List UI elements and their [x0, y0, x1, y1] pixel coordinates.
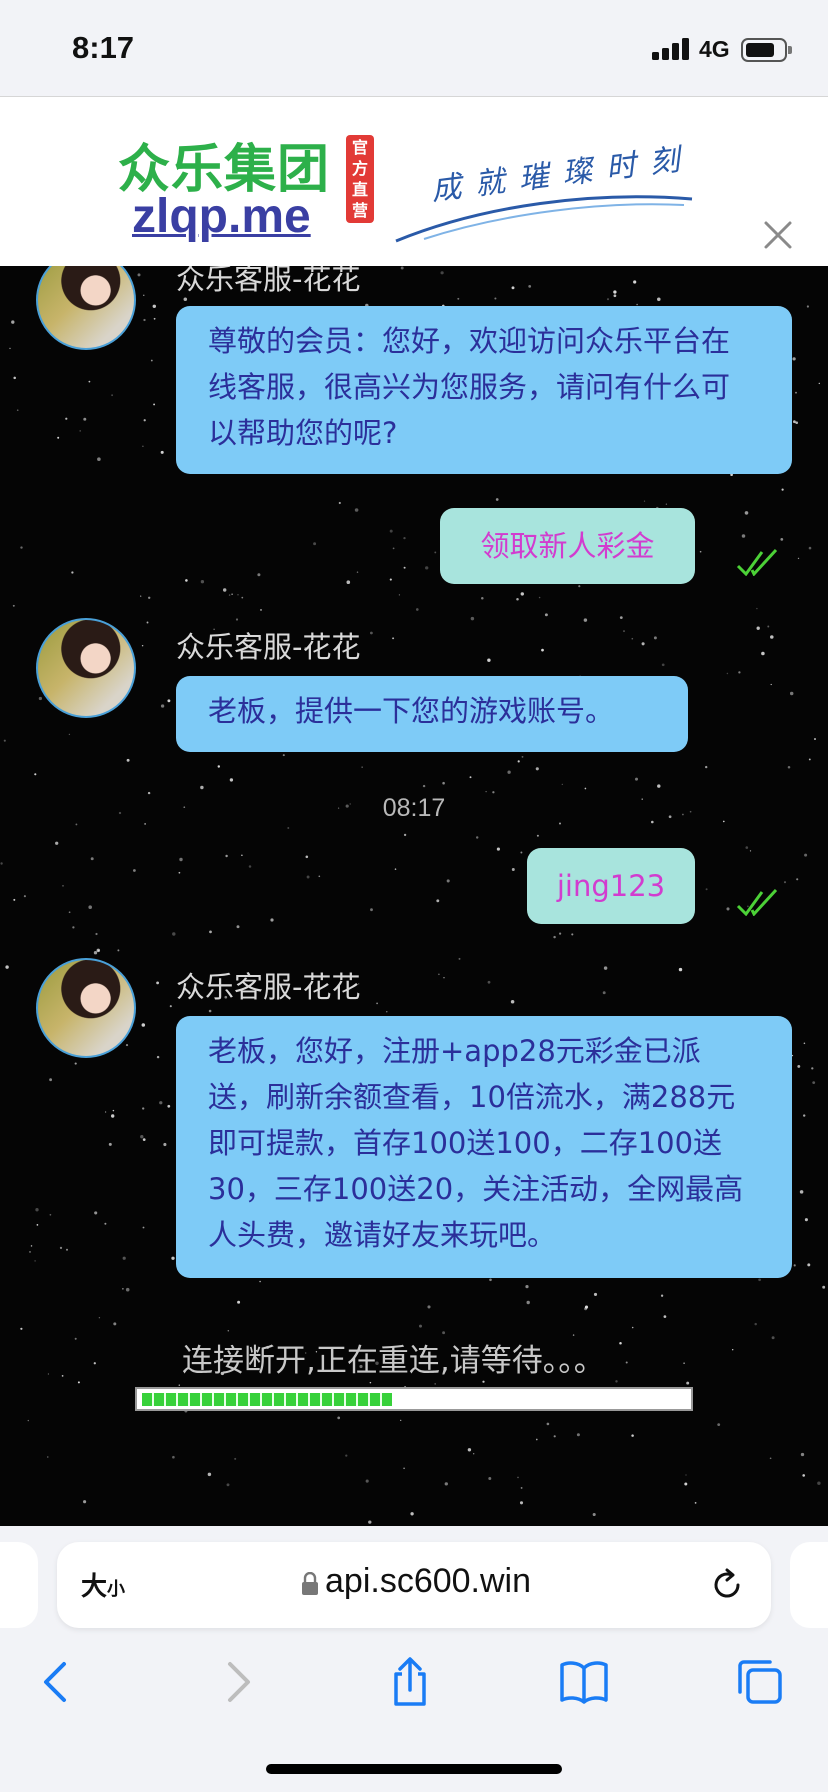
reconnect-progress-bar: [135, 1387, 693, 1411]
back-icon[interactable]: [32, 1656, 84, 1708]
text-size-button[interactable]: 大小: [81, 1566, 125, 1603]
forward-icon[interactable]: [210, 1656, 262, 1708]
official-badge: 官方直营: [346, 135, 374, 223]
check-icon: [736, 888, 778, 916]
message-bubble-incoming: 老板，提供一下您的游戏账号。: [176, 676, 688, 752]
message-bubble-outgoing: 领取新人彩金: [440, 508, 695, 584]
check-icon: [736, 548, 778, 576]
network-label: 4G: [699, 36, 730, 62]
url-text[interactable]: api.sc600.win: [325, 1562, 531, 1601]
message-timestamp: 08:17: [382, 794, 446, 822]
text-size-small: 小: [107, 1579, 126, 1600]
previous-tab-preview[interactable]: [0, 1542, 38, 1628]
close-icon[interactable]: [758, 215, 798, 255]
reload-icon[interactable]: [709, 1567, 745, 1603]
next-tab-preview[interactable]: [790, 1542, 828, 1628]
message-bubble-incoming: 老板，您好，注册+app28元彩金已派送，刷新余额查看，10倍流水，满288元即…: [176, 1016, 792, 1278]
battery-icon: [741, 38, 792, 62]
sender-name: 众乐客服-花花: [176, 970, 361, 1004]
text-size-large: 大: [81, 1572, 108, 1602]
message-bubble-outgoing: jing123: [527, 848, 695, 924]
agent-avatar[interactable]: [36, 618, 136, 718]
status-bar: 8:17 4G: [0, 0, 828, 96]
lock-icon: [302, 1572, 318, 1595]
ad-banner[interactable]: 众乐集团 zlqp.me 官方直营 成就璀璨时刻: [0, 96, 828, 266]
signal-icon: [652, 38, 692, 60]
sender-name: 众乐客服-花花: [176, 266, 361, 296]
browser-toolbar: 大小 api.sc600.win: [0, 1526, 828, 1792]
chat-area[interactable]: 众乐客服-花花 尊敬的会员：您好，欢迎访问众乐平台在线客服，很高兴为您服务，请问…: [0, 266, 828, 1526]
home-indicator[interactable]: [266, 1764, 562, 1774]
agent-avatar[interactable]: [36, 958, 136, 1058]
logo-domain: zlqp.me: [132, 190, 311, 243]
address-bar[interactable]: 大小 api.sc600.win: [57, 1542, 771, 1628]
progress-fill: [142, 1393, 392, 1406]
status-time: 8:17: [72, 30, 135, 65]
reconnect-status: 连接断开,正在重连,请等待。。。: [182, 1343, 605, 1379]
share-icon[interactable]: [384, 1656, 436, 1708]
sender-name: 众乐客服-花花: [176, 630, 361, 664]
bookmarks-icon[interactable]: [558, 1656, 610, 1708]
message-bubble-incoming: 尊敬的会员：您好，欢迎访问众乐平台在线客服，很高兴为您服务，请问有什么可以帮助您…: [176, 306, 792, 474]
tabs-icon[interactable]: [734, 1656, 786, 1708]
